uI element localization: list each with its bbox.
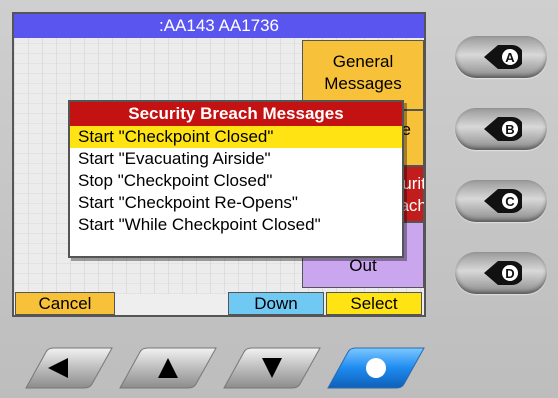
security-breach-popup: Security Breach Messages Start "Checkpoi… xyxy=(68,100,404,258)
down-button[interactable]: Down xyxy=(228,292,324,315)
side-button-c[interactable]: C xyxy=(455,180,547,222)
side-button-b[interactable]: B xyxy=(455,108,547,150)
left-arrow-icon xyxy=(25,347,113,389)
nav-left-button[interactable] xyxy=(12,346,116,390)
nav-select-button[interactable] xyxy=(324,346,428,390)
select-button[interactable]: Select xyxy=(326,292,422,315)
down-arrow-icon xyxy=(223,347,321,389)
svg-text:D: D xyxy=(505,266,514,281)
popup-item-start-checkpoint-closed[interactable]: Start "Checkpoint Closed" xyxy=(70,126,402,148)
nav-up-button[interactable] xyxy=(116,346,220,390)
popup-title: Security Breach Messages xyxy=(70,102,402,126)
display-screen: :AA143 AA1736 General Messages Airside S… xyxy=(12,12,426,317)
svg-text:A: A xyxy=(505,50,515,65)
menu-general-label: General Messages xyxy=(324,52,402,93)
menu-logout-line2: Out xyxy=(349,256,377,275)
button-b-icon: B xyxy=(484,117,522,141)
popup-item-start-while-checkpoint-closed[interactable]: Start "While Checkpoint Closed" xyxy=(70,214,402,236)
popup-item-stop-checkpoint-closed[interactable]: Stop "Checkpoint Closed" xyxy=(70,170,402,192)
nav-down-button[interactable] xyxy=(220,346,324,390)
cancel-button[interactable]: Cancel xyxy=(15,292,115,315)
button-a-icon: A xyxy=(484,45,522,69)
button-c-icon: C xyxy=(484,189,522,213)
side-button-a[interactable]: A xyxy=(455,36,547,78)
device-body: :AA143 AA1736 General Messages Airside S… xyxy=(0,0,558,398)
popup-item-start-evacuating-airside[interactable]: Start "Evacuating Airside" xyxy=(70,148,402,170)
svg-text:B: B xyxy=(505,122,514,137)
circle-icon xyxy=(327,347,425,389)
button-d-icon: D xyxy=(484,261,522,285)
svg-text:C: C xyxy=(505,194,515,209)
side-button-d[interactable]: D xyxy=(455,252,547,294)
up-arrow-icon xyxy=(119,347,217,389)
screen-title: :AA143 AA1736 xyxy=(14,14,424,40)
popup-item-start-checkpoint-reopens[interactable]: Start "Checkpoint Re-Opens" xyxy=(70,192,402,214)
